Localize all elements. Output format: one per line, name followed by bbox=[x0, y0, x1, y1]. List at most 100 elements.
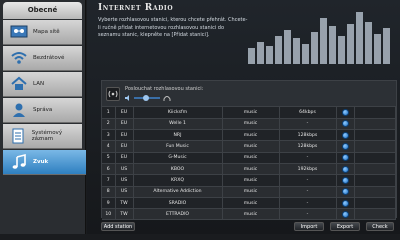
sidebar-item-admin[interactable]: Správa bbox=[3, 98, 82, 123]
station-play-button[interactable] bbox=[341, 165, 349, 173]
sidebar: Obecné Mapa sítě Bezdrátové LAN Správa S… bbox=[0, 0, 86, 234]
station-number: 4 bbox=[102, 140, 116, 153]
station-genre: music bbox=[222, 163, 280, 176]
station-extra-cell bbox=[354, 118, 396, 131]
station-play-button[interactable] bbox=[341, 108, 349, 116]
station-panel: Poslouchat rozhlasovou stanici: 1 EU Kiick… bbox=[101, 80, 397, 221]
main-content: Internet Radio Vyberte rozhlasovou stani… bbox=[87, 0, 400, 234]
station-region: TW bbox=[115, 208, 134, 221]
music-note-icon bbox=[8, 152, 30, 172]
sidebar-item-label: Systémový záznam bbox=[31, 129, 63, 143]
station-action-cell bbox=[336, 107, 355, 119]
station-number: 10 bbox=[102, 208, 116, 221]
sidebar-item-lan[interactable]: LAN bbox=[3, 72, 82, 97]
station-bitrate: - bbox=[279, 197, 337, 210]
table-row[interactable]: 2 EU Welle 1 music - bbox=[102, 118, 396, 131]
station-name: G-Music bbox=[133, 152, 223, 164]
speaker-icon[interactable] bbox=[125, 95, 131, 101]
station-number: 7 bbox=[102, 174, 116, 187]
sidebar-item-label: Zvuk bbox=[33, 158, 49, 165]
station-play-button[interactable] bbox=[341, 188, 349, 196]
sidebar-item-network-map[interactable]: Mapa sítě bbox=[3, 20, 82, 45]
volume-knob[interactable] bbox=[143, 95, 149, 101]
station-name: SRADIO bbox=[133, 197, 223, 210]
table-row[interactable]: 9 TW SRADIO music - bbox=[102, 197, 396, 210]
station-number: 9 bbox=[102, 197, 116, 210]
station-play-button[interactable] bbox=[341, 199, 349, 207]
station-name: ETTRADIO bbox=[133, 208, 223, 221]
table-row[interactable]: 5 EU G-Music music - bbox=[102, 152, 396, 164]
radio-icon bbox=[106, 86, 120, 101]
station-play-button[interactable] bbox=[341, 176, 349, 184]
station-genre: music bbox=[222, 129, 280, 142]
sidebar-item-wireless[interactable]: Bezdrátové bbox=[3, 46, 82, 71]
station-region: EU bbox=[115, 118, 134, 131]
export-button[interactable]: Export bbox=[330, 222, 360, 231]
volume-slider[interactable] bbox=[134, 95, 160, 101]
station-name: Fun Music bbox=[133, 140, 223, 153]
station-bitrate: - bbox=[279, 208, 337, 221]
home-icon bbox=[8, 74, 30, 94]
station-bitrate: - bbox=[279, 174, 337, 187]
station-play-button[interactable] bbox=[341, 154, 349, 162]
station-extra-cell bbox=[354, 197, 396, 210]
station-bitrate: 128kbps bbox=[279, 129, 337, 142]
add-station-button[interactable]: Add station bbox=[101, 222, 135, 231]
station-region: EU bbox=[115, 152, 134, 164]
station-genre: music bbox=[222, 208, 280, 221]
station-play-button[interactable] bbox=[341, 143, 349, 151]
player-label: Poslouchat rozhlasovou stanici: bbox=[125, 85, 204, 92]
import-button[interactable]: Import bbox=[294, 222, 324, 231]
page-title: Internet Radio bbox=[98, 3, 174, 13]
station-genre: music bbox=[222, 152, 280, 164]
station-extra-cell bbox=[354, 163, 396, 176]
station-name: Alternative Addiction bbox=[133, 186, 223, 198]
station-region: US bbox=[115, 163, 134, 176]
station-extra-cell bbox=[354, 152, 396, 164]
station-bitrate: - bbox=[279, 152, 337, 164]
station-region: TW bbox=[115, 197, 134, 210]
check-button[interactable]: Check bbox=[366, 222, 394, 231]
station-extra-cell bbox=[354, 129, 396, 142]
wifi-icon bbox=[8, 48, 30, 68]
sidebar-item-label: Správa bbox=[33, 106, 53, 113]
table-row[interactable]: 6 US KBOO music 192kbps bbox=[102, 163, 396, 176]
station-genre: music bbox=[222, 118, 280, 131]
station-action-cell bbox=[336, 129, 355, 142]
sidebar-item-sound[interactable]: Zvuk bbox=[3, 150, 86, 175]
station-action-cell bbox=[336, 197, 355, 210]
station-genre: music bbox=[222, 186, 280, 198]
table-row[interactable]: 1 EU Kiicksfm music 64kbps bbox=[102, 107, 396, 119]
station-name: Kiicksfm bbox=[133, 107, 223, 119]
headphones-icon bbox=[163, 95, 171, 101]
station-genre: music bbox=[222, 197, 280, 210]
station-number: 8 bbox=[102, 186, 116, 198]
station-play-button[interactable] bbox=[341, 210, 349, 218]
station-name: Welle 1 bbox=[133, 118, 223, 131]
station-table: 1 EU Kiicksfm music 64kbps 2 EU Welle 1 music -3 E… bbox=[102, 107, 396, 221]
station-region: EU bbox=[115, 140, 134, 153]
table-row[interactable]: 7 US KRXQ music - bbox=[102, 174, 396, 187]
table-row[interactable]: 3 EU NRJ music 128kbps bbox=[102, 129, 396, 142]
sidebar-header: Obecné bbox=[3, 2, 82, 19]
station-number: 2 bbox=[102, 118, 116, 131]
station-play-button[interactable] bbox=[341, 131, 349, 139]
station-bitrate: 64kbps bbox=[279, 107, 337, 119]
station-play-button[interactable] bbox=[341, 120, 349, 128]
station-number: 5 bbox=[102, 152, 116, 164]
station-action-cell bbox=[336, 140, 355, 153]
station-name: KBOO bbox=[133, 163, 223, 176]
sidebar-item-label: Bezdrátové bbox=[33, 54, 65, 61]
station-genre: music bbox=[222, 174, 280, 187]
station-region: US bbox=[115, 174, 134, 187]
station-action-cell bbox=[336, 163, 355, 176]
station-extra-cell bbox=[354, 208, 396, 221]
table-row[interactable]: 4 EU Fun Music music 128kbps bbox=[102, 140, 396, 153]
station-name: NRJ bbox=[133, 129, 223, 142]
station-bitrate: 128kbps bbox=[279, 140, 337, 153]
station-bitrate: - bbox=[279, 186, 337, 198]
table-row[interactable]: 10 TW ETTRADIO music - bbox=[102, 208, 396, 221]
table-row[interactable]: 8 US Alternative Addiction music - bbox=[102, 186, 396, 198]
station-genre: music bbox=[222, 140, 280, 153]
sidebar-item-system-log[interactable]: Systémový záznam bbox=[3, 124, 82, 149]
